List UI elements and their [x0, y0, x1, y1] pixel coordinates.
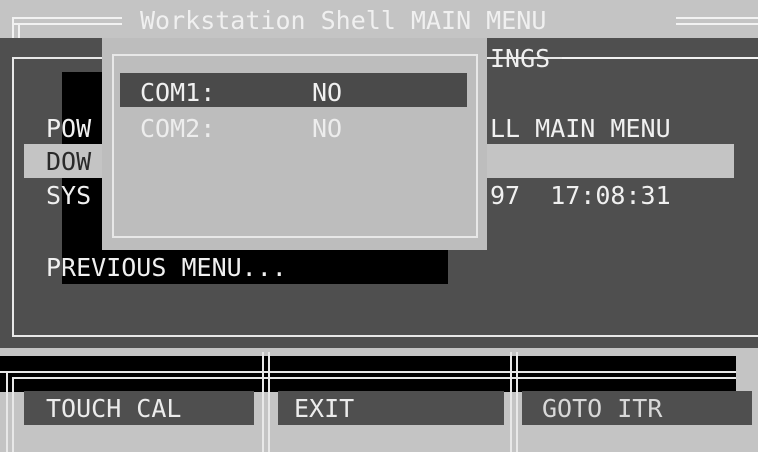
menu-item-download-prefix: DOW — [46, 147, 92, 176]
goto-itr-label: GOTO ITR — [542, 394, 663, 423]
title-frame-left-edge — [12, 17, 14, 38]
com1-label: COM1: — [140, 78, 216, 107]
com-popup — [102, 38, 487, 250]
menu-item-power-prefix: POW — [46, 114, 92, 143]
settings-title-fragment: INGS — [490, 44, 551, 73]
bottom-bar-divider-2 — [510, 352, 512, 452]
com2-value: NO — [312, 114, 343, 143]
previous-menu-item[interactable]: PREVIOUS MENU... — [46, 255, 287, 280]
bottom-bar-line-1 — [0, 371, 736, 373]
settings-title-rule — [562, 57, 758, 59]
bottom-bar-line-2 — [12, 377, 736, 379]
title-bar: Workstation Shell MAIN MENU — [0, 0, 758, 38]
bottom-bar-left-edge-2 — [6, 371, 8, 452]
touch-cal-button[interactable]: TOUCH CAL — [24, 391, 254, 425]
goto-itr-button[interactable]: GOTO ITR — [522, 391, 752, 425]
menu-item-system-prefix: SYS — [46, 181, 92, 210]
com1-value: NO — [312, 78, 343, 107]
menu-item-power-suffix: LL MAIN MENU — [490, 114, 671, 143]
title-rule-right-2 — [676, 23, 758, 25]
bottom-bar-top-gray — [0, 348, 758, 356]
bottom-bar-divider-2b — [516, 352, 518, 452]
window-title: Workstation Shell MAIN MENU — [140, 6, 547, 35]
menu-item-system-suffix: 97 17:08:31 — [490, 181, 671, 210]
com2-label[interactable]: COM2: — [140, 116, 215, 141]
title-frame-left-edge-2 — [18, 23, 20, 38]
bottom-bar-black-band — [0, 356, 736, 392]
title-rule-left-2 — [14, 23, 122, 25]
title-rule-left — [14, 17, 122, 19]
bottom-bar-divider-1 — [262, 352, 264, 452]
title-rule-right — [676, 17, 758, 19]
bottom-bar-divider-1b — [268, 352, 270, 452]
touch-cal-label: TOUCH CAL — [46, 394, 182, 423]
bottom-bar-left-edge — [12, 377, 14, 452]
exit-label: EXIT — [294, 394, 355, 423]
exit-button[interactable]: EXIT — [278, 391, 504, 425]
